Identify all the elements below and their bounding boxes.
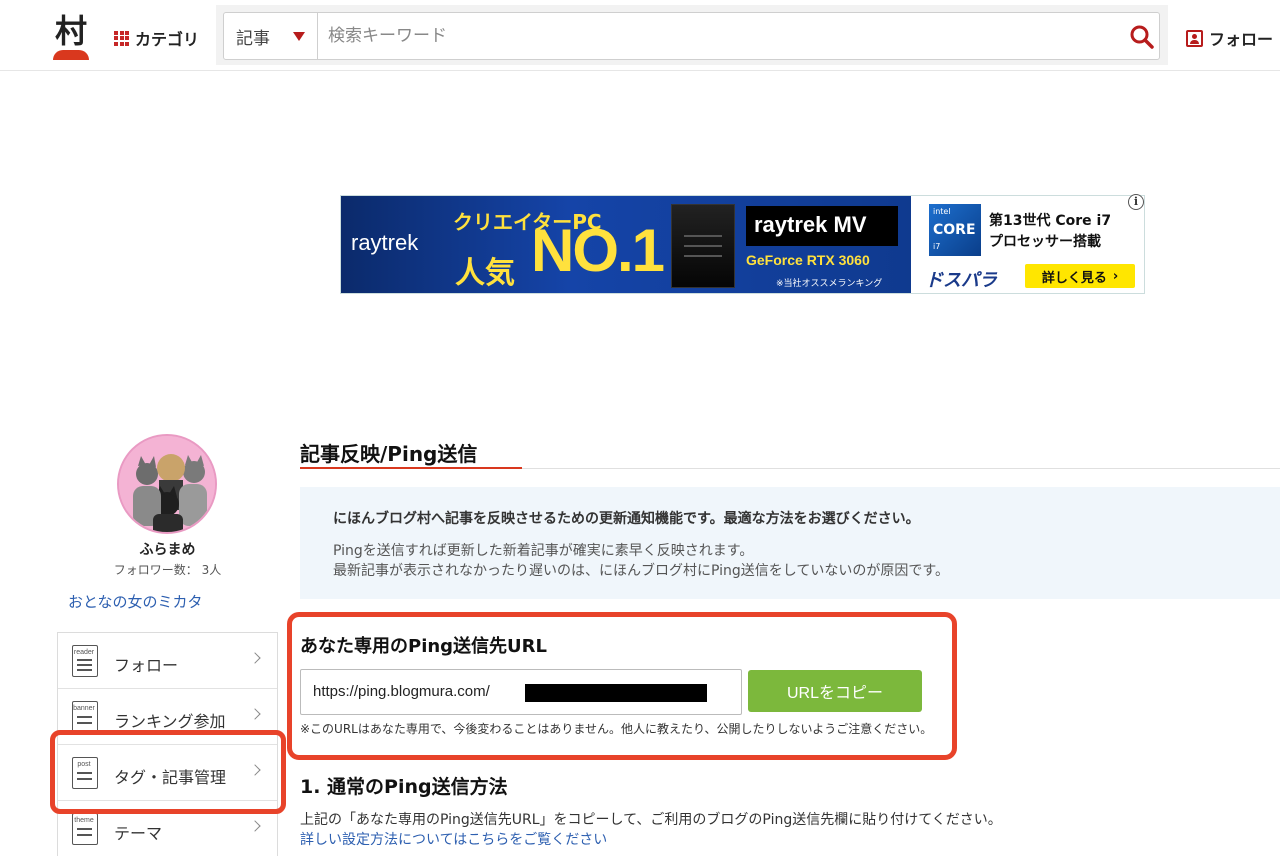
- step1-help-link[interactable]: 詳しい設定方法についてはこちらをご覧ください: [300, 829, 607, 849]
- copy-url-button[interactable]: URLをコピー: [748, 670, 922, 712]
- blog-name-link[interactable]: おとなの女のミカタ: [68, 591, 203, 612]
- info-lead: にほんブログ村へ記事を反映させるための更新通知機能です。最適な方法をお選びくださ…: [333, 511, 920, 527]
- reader-icon-tag: reader: [73, 649, 95, 656]
- chevron-right-icon: [249, 820, 261, 832]
- ad-note: ※当社オススメランキング: [776, 279, 883, 289]
- sidebar-item-follow[interactable]: reader フォロー: [58, 633, 277, 689]
- ad-more-button[interactable]: 詳しく見る ›: [1025, 264, 1135, 288]
- intel-badge-brand: intel: [933, 207, 951, 216]
- banner-icon: banner: [72, 701, 98, 733]
- sidebar-item-label: フォロー: [114, 656, 179, 675]
- sidebar-item-label: テーマ: [114, 824, 163, 843]
- search-type-select[interactable]: 記事: [224, 13, 318, 59]
- redaction-bar: [525, 684, 707, 702]
- caret-down-icon: [293, 32, 305, 41]
- follow-nav-button[interactable]: フォロー: [1186, 26, 1273, 50]
- ad-cpu-line: プロセッサー搭載: [989, 234, 1101, 250]
- search-type-label: 記事: [236, 28, 270, 49]
- step1-description: 上記の「あなた専用のPing送信先URL」をコピーして、ご利用のブログのPing…: [300, 812, 1002, 828]
- username: ふらまめ: [139, 542, 196, 558]
- follow-nav-label: フォロー: [1209, 30, 1274, 49]
- theme-icon: theme: [72, 813, 98, 845]
- follower-count: フォロワー数： 3人: [113, 563, 222, 577]
- ping-url-field[interactable]: https://ping.blogmura.com/: [300, 669, 742, 715]
- ad-shop-logo: ドスパラ: [925, 270, 997, 291]
- ad-ninki: 人気: [455, 256, 515, 291]
- ad-gpu: GeForce RTX 3060: [746, 252, 870, 268]
- ad-more-label: 詳しく見る: [1041, 270, 1107, 286]
- logo-glyph: 村: [54, 12, 87, 50]
- intel-badge-core: CORE: [933, 222, 976, 238]
- chevron-right-icon: [249, 708, 261, 720]
- intel-badge-tier: i7: [933, 242, 941, 251]
- ping-url-heading: あなた専用のPing送信先URL: [300, 636, 548, 657]
- ad-banner[interactable]: raytrek クリエイターPC 人気 NO.1 raytrek MV GeFo…: [340, 195, 1145, 294]
- pc-tower-image: [671, 204, 735, 288]
- theme-icon-tag: theme: [74, 817, 94, 824]
- ad-info-icon[interactable]: i: [1128, 194, 1144, 210]
- search-icon[interactable]: [1129, 24, 1155, 50]
- ad-model: raytrek MV: [754, 212, 867, 237]
- search-input[interactable]: [328, 21, 1098, 51]
- avatar[interactable]: [117, 434, 217, 534]
- title-accent-bar: [300, 467, 522, 469]
- site-logo[interactable]: 村: [50, 14, 92, 60]
- post-icon: post: [72, 757, 98, 789]
- page-title: 記事反映/Ping送信: [300, 442, 478, 466]
- info-line: Pingを送信すれば更新した新着記事が確実に素早く反映されます。: [333, 543, 754, 559]
- info-panel: にほんブログ村へ記事を反映させるための更新通知機能です。最適な方法をお選びくださ…: [300, 487, 1280, 599]
- ad-right-panel: intel CORE i7 第13世代 Core i7 プロセッサー搭載 ドスパ…: [911, 196, 1144, 293]
- category-label: カテゴリ: [135, 30, 200, 49]
- post-icon-tag: post: [77, 761, 91, 768]
- grid-icon: [114, 30, 129, 46]
- sidebar-item-label: タグ・記事管理: [114, 768, 227, 787]
- banner-icon-tag: banner: [73, 705, 95, 712]
- sidebar-item-tags[interactable]: post タグ・記事管理: [58, 745, 277, 801]
- person-icon: [1186, 29, 1203, 47]
- search-box: 記事: [223, 12, 1160, 60]
- url-note: ※このURLはあなた専用で、今後変わることはありません。他人に教えたり、公開した…: [300, 722, 933, 736]
- ad-model-box: raytrek MV: [746, 206, 898, 246]
- info-line: 最新記事が表示されなかったり遅いのは、にほんブログ村にPing送信をしていないの…: [333, 563, 949, 579]
- sidebar-item-label: ランキング参加: [114, 712, 226, 731]
- logo-arc: [53, 50, 89, 60]
- chevron-right-icon: [249, 652, 261, 664]
- intel-core-badge: intel CORE i7: [929, 204, 981, 256]
- avatar-cats-image: [119, 436, 215, 532]
- sidebar-menu: reader フォロー banner ランキング参加 post タグ・記事管理 …: [57, 632, 278, 856]
- sidebar-item-theme[interactable]: theme テーマ: [58, 801, 277, 856]
- site-header: 村 カテゴリ 記事 フォロー: [0, 0, 1280, 71]
- ping-url-value: https://ping.blogmura.com/: [313, 683, 490, 700]
- category-button[interactable]: カテゴリ: [114, 26, 199, 50]
- sidebar-item-ranking[interactable]: banner ランキング参加: [58, 689, 277, 745]
- search-bar: 記事: [216, 5, 1168, 65]
- step1-heading: 1. 通常のPing送信方法: [300, 776, 508, 798]
- ad-left-panel: raytrek クリエイターPC 人気 NO.1 raytrek MV GeFo…: [341, 196, 911, 293]
- reader-icon: reader: [72, 645, 98, 677]
- ad-rank: NO.1: [531, 217, 665, 284]
- chevron-right-icon: [249, 764, 261, 776]
- chevron-right-icon: ›: [1112, 268, 1119, 284]
- ad-cpu-gen: 第13世代 Core i7: [989, 213, 1112, 229]
- ad-brand: raytrek: [351, 230, 419, 255]
